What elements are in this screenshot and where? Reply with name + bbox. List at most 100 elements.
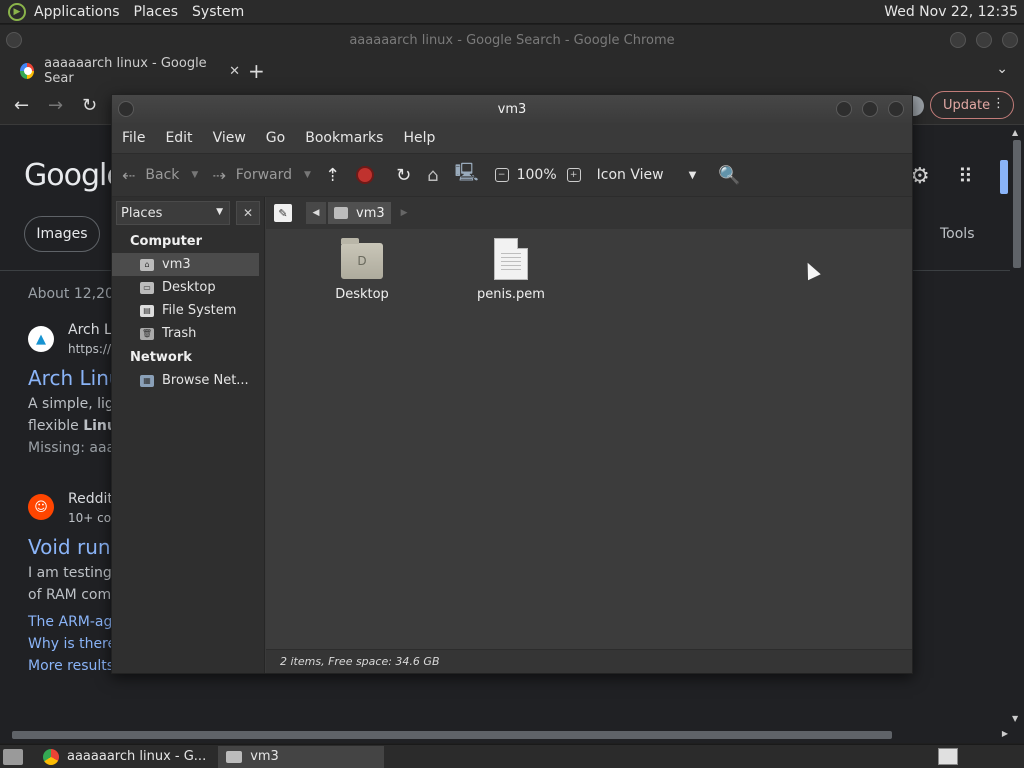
chrome-window-menu-button[interactable] <box>6 32 22 48</box>
forward-arrow-icon: ⇢ <box>212 165 226 185</box>
home-folder-icon <box>334 207 348 219</box>
up-arrow-icon[interactable]: ⇡ <box>325 165 340 186</box>
new-tab-button[interactable]: + <box>248 59 265 83</box>
taskbar-item-vm3[interactable]: vm3 <box>218 745 385 768</box>
sidebar-item-vm3[interactable]: ⌂ vm3 <box>112 253 259 276</box>
menu-view[interactable]: View <box>213 130 246 146</box>
forward-history-chevron-icon[interactable]: ▼ <box>304 170 311 180</box>
chrome-minimize-button[interactable] <box>950 32 966 48</box>
scrollbar-thumb[interactable] <box>1013 140 1021 268</box>
view-mode-chevron-icon[interactable]: ▼ <box>689 170 697 181</box>
tools-button[interactable]: Tools <box>940 226 975 242</box>
computer-icon[interactable]: 🖳 <box>455 160 479 190</box>
update-label: Update <box>943 97 991 113</box>
sidebar-type-label: Places <box>121 205 163 221</box>
chrome-reload-icon[interactable]: ↻ <box>82 95 102 116</box>
result-snippet: of RAM comp <box>28 587 120 603</box>
scroll-down-icon[interactable]: ▼ <box>1012 714 1018 723</box>
menu-applications[interactable]: Applications <box>34 4 120 20</box>
chrome-back-icon[interactable]: ← <box>14 95 34 116</box>
zoom-in-icon[interactable]: + <box>566 168 581 182</box>
menu-places[interactable]: Places <box>134 4 179 20</box>
zoom-out-icon[interactable]: − <box>494 168 509 182</box>
sidebar: Places ▼ ✕ Computer ⌂ vm3 ▭ Desktop ▤ File … <box>112 197 265 673</box>
panel-clock[interactable]: Wed Nov 22, 12:35 <box>884 4 1018 20</box>
back-history-chevron-icon[interactable]: ▼ <box>191 170 198 180</box>
home-folder-icon <box>226 750 243 763</box>
reload-icon[interactable]: ↻ <box>396 165 411 186</box>
sub-result-link[interactable]: The ARM-age <box>28 614 121 630</box>
sidebar-item-desktop[interactable]: ▭ Desktop <box>112 276 264 299</box>
sidebar-item-file-system[interactable]: ▤ File System <box>112 299 264 322</box>
result-title-link[interactable]: Arch Linu <box>28 366 122 390</box>
workspace-switcher[interactable] <box>938 748 958 765</box>
file-name: penis.pem <box>477 287 545 302</box>
back-button[interactable]: ⇠ Back ▼ <box>122 166 198 185</box>
path-scroll-left-icon[interactable]: ◀ <box>306 202 326 224</box>
tab-close-icon[interactable]: ✕ <box>229 64 240 79</box>
maximize-button[interactable] <box>862 101 878 117</box>
reddit-favicon-icon: ☺ <box>28 494 54 520</box>
chrome-maximize-button[interactable] <box>976 32 992 48</box>
chrome-tab[interactable]: aaaaaarch linux - Google Sear ✕ <box>10 55 240 87</box>
result-missing: Missing: aaaa <box>28 440 124 456</box>
sign-in-button[interactable] <box>1000 160 1008 194</box>
desktop-folder-icon: ▭ <box>140 281 154 294</box>
result-title-link[interactable]: Void runn <box>28 535 123 559</box>
sidebar-type-select[interactable]: Places ▼ <box>116 201 230 225</box>
drive-icon: ▤ <box>140 304 154 317</box>
gnome-foot-icon[interactable]: ▶ <box>8 2 26 21</box>
stop-icon[interactable] <box>356 166 375 184</box>
taskbar-item-chrome[interactable]: aaaaaarch linux - G... <box>35 746 214 768</box>
menu-go[interactable]: Go <box>266 130 285 146</box>
chrome-title-bar[interactable]: aaaaaarch linux - Google Search - Google… <box>0 25 1024 55</box>
bottom-taskbar: aaaaaarch linux - G... vm3 <box>0 744 1024 768</box>
page-horizontal-scrollbar[interactable]: ▶ <box>0 728 1010 742</box>
scroll-up-icon[interactable]: ▲ <box>1012 128 1018 137</box>
file-manager-title-bar[interactable]: vm3 <box>112 95 912 123</box>
menu-help[interactable]: Help <box>403 130 435 146</box>
google-apps-grid-icon[interactable]: ⠿ <box>958 164 973 188</box>
menu-edit[interactable]: Edit <box>165 130 192 146</box>
menu-file[interactable]: File <box>122 130 145 146</box>
menu-bookmarks[interactable]: Bookmarks <box>305 130 383 146</box>
scrollbar-thumb[interactable] <box>12 731 892 739</box>
view-mode-select[interactable]: Icon View <box>597 167 689 183</box>
images-filter-chip[interactable]: Images <box>24 216 100 252</box>
sidebar-item-trash[interactable]: 🗑 Trash <box>112 322 264 345</box>
chrome-update-button[interactable]: Update ⋮ <box>930 91 1014 119</box>
path-scroll-right-icon[interactable]: ▶ <box>401 208 408 218</box>
kebab-menu-icon[interactable]: ⋮ <box>992 96 1005 111</box>
window-menu-button[interactable] <box>118 101 134 117</box>
sidebar-item-label: vm3 <box>162 257 191 272</box>
page-vertical-scrollbar[interactable]: ▲ ▼ <box>1010 126 1024 728</box>
result-snippet: A simple, ligh <box>28 396 123 412</box>
google-logo[interactable]: Google <box>24 158 125 193</box>
search-icon[interactable]: 🔍 <box>718 165 740 186</box>
sidebar-item-browse-network[interactable]: ▦ Browse Net... <box>112 369 264 392</box>
file-item-desktop[interactable]: D Desktop <box>312 233 412 302</box>
back-label: Back <box>145 167 180 183</box>
file-manager-title: vm3 <box>497 101 527 117</box>
arch-favicon-icon: ▲ <box>28 326 54 352</box>
menu-system[interactable]: System <box>192 4 244 20</box>
forward-button[interactable]: ⇢ Forward ▼ <box>212 166 311 185</box>
tab-search-chevron-icon[interactable]: ⌄ <box>996 61 1008 77</box>
chrome-forward-icon[interactable]: → <box>48 95 68 116</box>
chrome-tab-title: aaaaaarch linux - Google Sear <box>44 56 207 86</box>
close-button[interactable] <box>888 101 904 117</box>
home-folder-icon[interactable]: ⌂ <box>427 165 438 186</box>
edit-location-icon[interactable]: ✎ <box>274 204 292 222</box>
minimize-button[interactable] <box>836 101 852 117</box>
file-grid[interactable]: D Desktop penis.pem <box>266 229 912 649</box>
chevron-down-icon: ▼ <box>216 207 223 217</box>
show-desktop-icon[interactable] <box>3 748 23 765</box>
chrome-close-button[interactable] <box>1002 32 1018 48</box>
file-item-penis-pem[interactable]: penis.pem <box>461 233 561 302</box>
scroll-right-icon[interactable]: ▶ <box>1002 729 1008 738</box>
sidebar-close-icon[interactable]: ✕ <box>236 201 260 225</box>
trash-icon: 🗑 <box>140 327 154 340</box>
more-results-link[interactable]: More results f <box>28 658 123 674</box>
sidebar-heading-computer: Computer <box>130 234 203 249</box>
breadcrumb-vm3[interactable]: vm3 <box>328 202 391 224</box>
